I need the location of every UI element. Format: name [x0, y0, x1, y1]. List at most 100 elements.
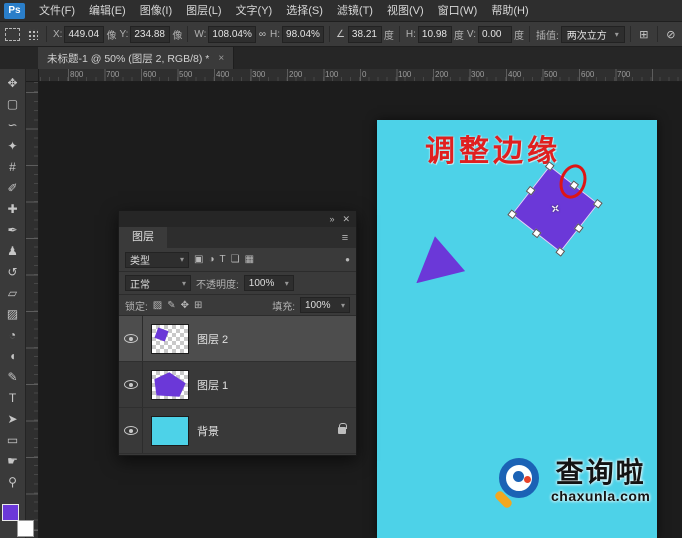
- width-label: W:: [194, 29, 206, 40]
- y-position-input[interactable]: 234.88: [130, 26, 170, 43]
- layer-thumbnail[interactable]: [151, 324, 189, 354]
- transform-handle[interactable]: [526, 185, 536, 195]
- menu-view[interactable]: 视图(V): [380, 0, 431, 22]
- path-selection-tool[interactable]: ➤: [1, 408, 25, 429]
- healing-brush-tool[interactable]: ✚: [1, 198, 25, 219]
- transform-handle[interactable]: [574, 223, 584, 233]
- menu-image[interactable]: 图像(I): [133, 0, 179, 22]
- filter-smart-object-icon[interactable]: ▦: [245, 254, 254, 265]
- move-tool[interactable]: ✥: [1, 72, 25, 93]
- menu-help[interactable]: 帮助(H): [484, 0, 535, 22]
- lock-transparency-icon[interactable]: ▨: [153, 300, 162, 311]
- rotation-input[interactable]: 38.21: [348, 26, 382, 43]
- filter-pixel-icon[interactable]: ▣: [194, 254, 203, 265]
- fill-select[interactable]: 100% ▾: [300, 297, 350, 313]
- shape-tool[interactable]: ▭: [1, 429, 25, 450]
- skew-v-input[interactable]: 0.00: [478, 26, 512, 43]
- transform-handle[interactable]: [507, 209, 517, 219]
- visibility-toggle[interactable]: [119, 408, 143, 453]
- filter-type-select[interactable]: 类型 ▾: [125, 252, 189, 268]
- link-dimensions-icon[interactable]: ∞: [258, 29, 267, 40]
- layer-thumbnail[interactable]: [151, 370, 189, 400]
- brush-tool[interactable]: ✒: [1, 219, 25, 240]
- magnifier-logo-icon: [495, 456, 543, 506]
- separator: [187, 26, 188, 42]
- foreground-color-swatch[interactable]: [2, 504, 19, 521]
- quick-selection-tool[interactable]: ✦: [1, 135, 25, 156]
- pen-tool[interactable]: ✎: [1, 366, 25, 387]
- interpolation-select[interactable]: 两次立方 ▾: [561, 26, 625, 43]
- lock-position-icon[interactable]: ✥: [181, 300, 189, 311]
- lock-paint-icon[interactable]: ✎: [167, 300, 175, 311]
- panel-tab-strip: 图层 ≡: [119, 227, 356, 248]
- hand-tool[interactable]: ☛: [1, 450, 25, 471]
- horizontal-ruler[interactable]: 800 700 600 500 400 300 200 100 0 100 20…: [26, 69, 682, 82]
- width-scale-input[interactable]: 108.04%: [208, 26, 255, 43]
- layer-row-background[interactable]: 背景: [119, 408, 356, 454]
- eraser-tool[interactable]: ▱: [1, 282, 25, 303]
- visibility-toggle[interactable]: [119, 362, 143, 407]
- document-tab[interactable]: 未标题-1 @ 50% (图层 2, RGB/8) * ×: [38, 47, 234, 69]
- filter-shape-icon[interactable]: ❏: [231, 254, 240, 265]
- background-color-swatch[interactable]: [17, 520, 34, 537]
- gradient-tool[interactable]: ▨: [1, 303, 25, 324]
- layer-row-layer2[interactable]: 图层 2: [119, 316, 356, 362]
- menu-file[interactable]: 文件(F): [32, 0, 82, 22]
- reference-point-locator-icon[interactable]: [27, 29, 38, 40]
- layer-list: 图层 2 图层 1 背景: [119, 316, 356, 455]
- eyedropper-tool[interactable]: ✐: [1, 177, 25, 198]
- transform-tool-icon[interactable]: [5, 28, 20, 41]
- close-panel-icon[interactable]: ✕: [342, 215, 350, 224]
- zoom-tool[interactable]: ⚲: [1, 471, 25, 492]
- menu-select[interactable]: 选择(S): [279, 0, 330, 22]
- cancel-transform-icon[interactable]: ⊘: [663, 28, 679, 41]
- filter-adjustment-icon[interactable]: ◑: [208, 254, 214, 265]
- panel-menu-icon[interactable]: ≡: [334, 227, 356, 248]
- lasso-tool[interactable]: ∽: [1, 114, 25, 135]
- reference-point-icon[interactable]: ✛: [547, 201, 562, 217]
- menu-filter[interactable]: 滤镜(T): [330, 0, 380, 22]
- opacity-select[interactable]: 100% ▾: [244, 275, 294, 291]
- layer-name[interactable]: 图层 1: [197, 377, 228, 393]
- ruler-label: 500: [179, 70, 192, 79]
- layer-name[interactable]: 图层 2: [197, 331, 228, 347]
- crop-tool[interactable]: #: [1, 156, 25, 177]
- tab-layers[interactable]: 图层: [119, 227, 167, 248]
- menu-edit[interactable]: 编辑(E): [82, 0, 133, 22]
- panel-header[interactable]: » ✕: [119, 211, 356, 227]
- blur-tool[interactable]: ◔: [1, 324, 25, 345]
- filter-type-icon[interactable]: T: [220, 254, 226, 265]
- transform-handle[interactable]: [531, 228, 541, 238]
- layer-name[interactable]: 背景: [197, 423, 219, 439]
- ruler-origin-box[interactable]: [26, 69, 39, 82]
- menu-type[interactable]: 文字(Y): [229, 0, 280, 22]
- visibility-toggle[interactable]: [119, 316, 143, 361]
- x-position-input[interactable]: 449.04: [64, 26, 104, 43]
- eye-icon: [124, 334, 138, 343]
- blend-mode-select[interactable]: 正常 ▾: [125, 275, 191, 291]
- logo-blue-dot: [513, 471, 524, 482]
- layer-thumbnail[interactable]: [151, 416, 189, 446]
- warp-mode-icon[interactable]: ⊞: [636, 28, 652, 41]
- ruler-label: 100: [398, 70, 411, 79]
- filter-toggle-icon[interactable]: ●: [345, 255, 350, 264]
- marquee-tool[interactable]: ▢: [1, 93, 25, 114]
- type-tool[interactable]: T: [1, 387, 25, 408]
- close-icon[interactable]: ×: [218, 53, 224, 64]
- transform-handle[interactable]: [593, 199, 603, 209]
- vertical-ruler[interactable]: [26, 82, 39, 538]
- layer-filter-row: 类型 ▾ ▣ ◑ T ❏ ▦ ●: [119, 248, 356, 272]
- skew-h-input[interactable]: 10.98: [418, 26, 452, 43]
- menu-layer[interactable]: 图层(L): [179, 0, 228, 22]
- thumbnail-shape: [154, 327, 168, 341]
- menu-window[interactable]: 窗口(W): [431, 0, 485, 22]
- canvas-document[interactable]: 调整边缘 ✛ 查询啦 chaxunla.com: [377, 120, 657, 538]
- lock-artboard-icon[interactable]: ⊞: [194, 300, 202, 311]
- height-scale-input[interactable]: 98.04%: [282, 26, 324, 43]
- dodge-tool[interactable]: ◖: [1, 345, 25, 366]
- layer-row-layer1[interactable]: 图层 1: [119, 362, 356, 408]
- collapse-panel-icon[interactable]: »: [329, 215, 334, 224]
- transform-handle[interactable]: [555, 247, 565, 257]
- history-brush-tool[interactable]: ↺: [1, 261, 25, 282]
- clone-stamp-tool[interactable]: ♟: [1, 240, 25, 261]
